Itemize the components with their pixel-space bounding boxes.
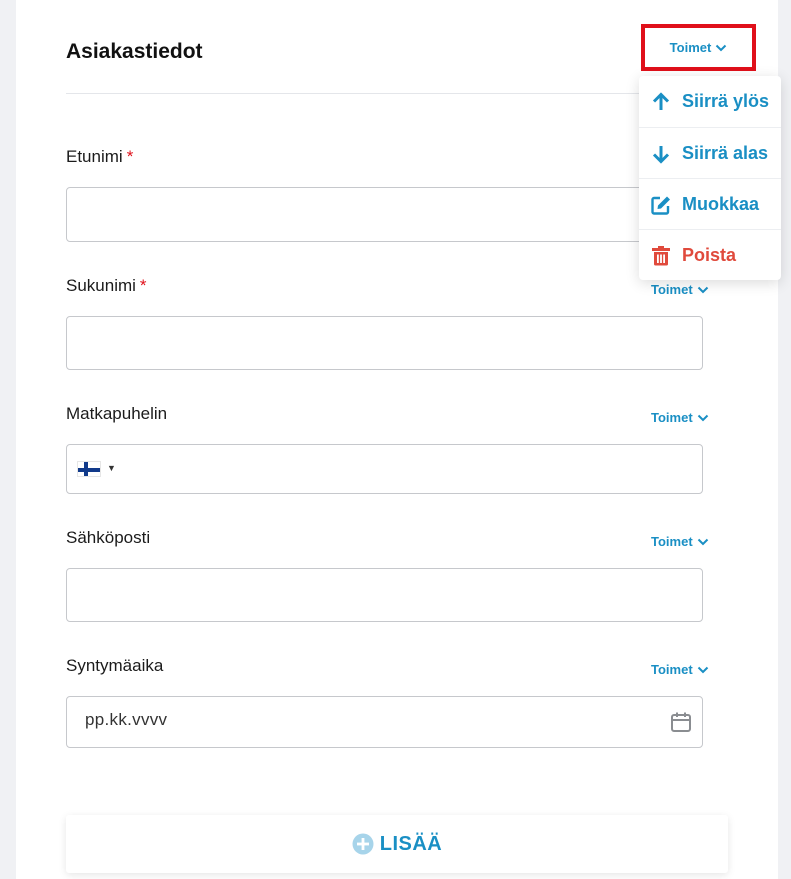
menu-item-label: Muokkaa bbox=[682, 194, 760, 214]
section-divider bbox=[66, 93, 662, 94]
sukunimi-input[interactable] bbox=[66, 316, 703, 370]
sukunimi-actions-button[interactable]: Toimet bbox=[651, 282, 709, 297]
menu-item-label: Poista bbox=[682, 245, 737, 265]
chevron-down-icon bbox=[697, 286, 708, 293]
field-label-text: Syntymäaika bbox=[66, 656, 164, 675]
arrow-down-icon bbox=[652, 145, 670, 164]
field-label-syntymaaika: Syntymäaika bbox=[66, 656, 163, 676]
menu-item-label: Siirrä alas bbox=[682, 143, 769, 163]
field-label-text: Etunimi bbox=[66, 147, 123, 166]
sahkoposti-input[interactable] bbox=[66, 568, 703, 622]
actions-label: Toimet bbox=[651, 410, 693, 425]
syntymaaika-actions-button[interactable]: Toimet bbox=[651, 662, 709, 677]
matkapuhelin-input[interactable]: ▼ bbox=[66, 444, 703, 494]
field-label-sahkoposti: Sähköposti bbox=[66, 528, 150, 548]
syntymaaika-input[interactable]: pp.kk.vvvv bbox=[66, 696, 703, 748]
calendar-icon[interactable] bbox=[670, 711, 692, 738]
field-label-text: Sähköposti bbox=[66, 528, 151, 547]
menu-item-edit[interactable]: Muokkaa bbox=[639, 179, 781, 230]
finland-flag-icon[interactable] bbox=[77, 461, 101, 477]
field-label-etunimi: Etunimi * bbox=[66, 147, 133, 167]
required-mark: * bbox=[139, 276, 147, 295]
menu-item-label: Siirrä ylös bbox=[682, 91, 770, 111]
edit-icon bbox=[651, 196, 670, 215]
menu-item-delete[interactable]: Poista bbox=[639, 230, 781, 281]
actions-dropdown-menu: Siirrä ylös Siirrä alas Muokkaa Poista bbox=[639, 76, 781, 280]
date-placeholder: pp.kk.vvvv bbox=[85, 710, 168, 729]
field-label-text: Matkapuhelin bbox=[66, 404, 168, 423]
add-button-label: LISÄÄ bbox=[379, 832, 443, 855]
arrow-up-icon bbox=[652, 91, 670, 110]
field-label-matkapuhelin: Matkapuhelin bbox=[66, 404, 167, 424]
chevron-down-icon bbox=[697, 666, 708, 673]
sahkoposti-actions-button[interactable]: Toimet bbox=[651, 534, 709, 549]
trash-icon bbox=[652, 245, 670, 265]
add-field-button[interactable]: LISÄÄ bbox=[66, 815, 728, 873]
field-label-text: Sukunimi bbox=[66, 276, 136, 295]
required-mark: * bbox=[126, 147, 134, 166]
chevron-down-icon bbox=[697, 414, 708, 421]
section-actions-button[interactable]: Toimet bbox=[641, 24, 756, 71]
chevron-down-icon bbox=[716, 44, 727, 51]
field-label-sukunimi: Sukunimi * bbox=[66, 276, 147, 296]
actions-label: Toimet bbox=[651, 282, 693, 297]
section-title: Asiakastiedot bbox=[66, 40, 203, 63]
menu-item-move-down[interactable]: Siirrä alas bbox=[639, 128, 781, 179]
actions-label: Toimet bbox=[651, 534, 693, 549]
section-actions-label: Toimet bbox=[669, 40, 712, 55]
matkapuhelin-actions-button[interactable]: Toimet bbox=[651, 410, 709, 425]
plus-circle-icon bbox=[352, 833, 374, 855]
actions-label: Toimet bbox=[651, 662, 693, 677]
country-caret-icon[interactable]: ▼ bbox=[107, 463, 116, 473]
chevron-down-icon bbox=[697, 538, 708, 545]
section-actions-toggle[interactable]: Toimet bbox=[670, 40, 728, 55]
etunimi-input[interactable] bbox=[66, 187, 703, 242]
menu-item-move-up[interactable]: Siirrä ylös bbox=[639, 76, 781, 127]
